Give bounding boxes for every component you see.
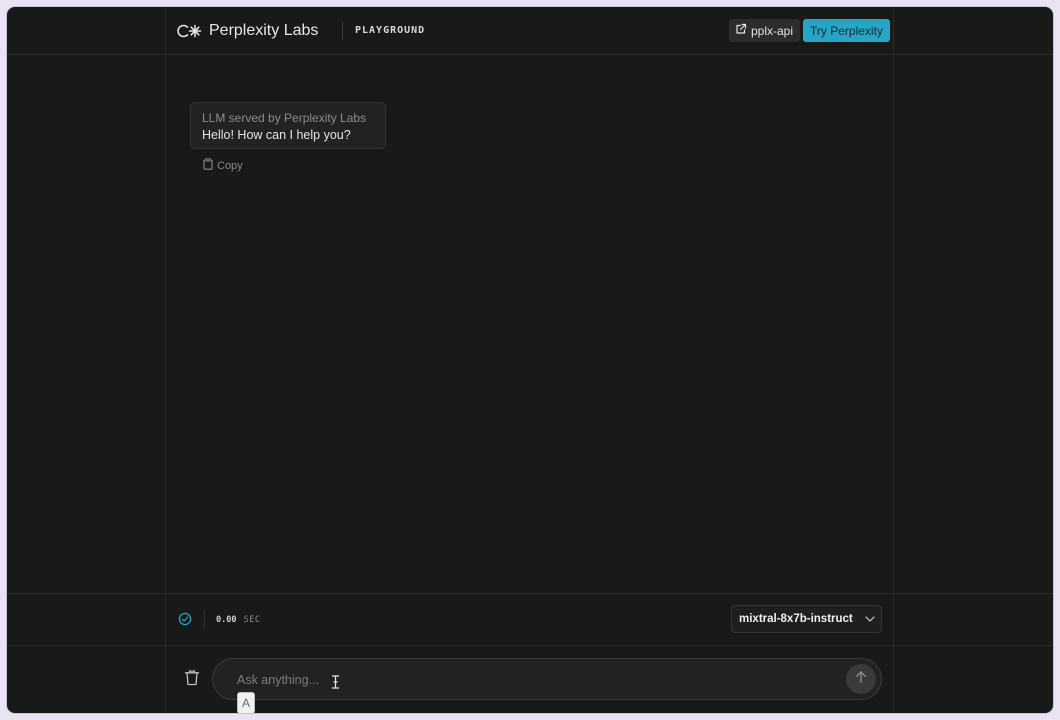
left-column-divider [165, 7, 166, 713]
status-indicator-icon [178, 612, 192, 631]
brand-logo[interactable]: Perplexity Labs [177, 20, 318, 42]
status-top-divider [7, 593, 1053, 594]
external-link-icon [735, 23, 747, 38]
header-divider [7, 54, 1053, 55]
text-cursor-icon [331, 675, 340, 694]
clipboard-icon [203, 158, 213, 173]
brand-name: Perplexity Labs [209, 22, 319, 39]
input-method-indicator: A [237, 692, 255, 713]
arrow-up-icon [854, 670, 868, 689]
message-text: Hello! How can I help you? [202, 128, 351, 142]
copy-button[interactable]: Copy [203, 158, 243, 173]
section-label: PLAYGROUND [355, 25, 426, 36]
trash-icon [184, 670, 200, 690]
pplx-api-button[interactable]: pplx-api [729, 19, 801, 42]
model-select-value: mixtral-8x7b-instruct [739, 613, 853, 625]
copy-label: Copy [217, 159, 243, 172]
assistant-message: LLM served by Perplexity Labs Hello! How… [190, 102, 386, 149]
elapsed-time: 0.00 SEC [216, 615, 260, 625]
composer-top-divider [7, 645, 1053, 646]
perplexity-logo-icon [177, 23, 203, 39]
prompt-input[interactable] [235, 659, 799, 701]
elapsed-unit: SEC [243, 615, 261, 625]
model-select[interactable]: mixtral-8x7b-instruct [731, 605, 882, 633]
send-button[interactable] [846, 664, 876, 694]
status-separator [204, 610, 205, 628]
message-source-label: LLM served by Perplexity Labs [202, 111, 367, 125]
elapsed-value: 0.00 [216, 615, 237, 625]
try-perplexity-button[interactable]: Try Perplexity [803, 19, 890, 42]
right-column-divider [893, 7, 894, 713]
app-window: Perplexity Labs PLAYGROUND pplx-api Try … [7, 7, 1053, 713]
prompt-input-container [212, 658, 882, 701]
pplx-api-label: pplx-api [751, 23, 794, 38]
chevron-down-icon [865, 613, 875, 625]
clear-chat-button[interactable] [184, 669, 200, 691]
brand-separator [342, 22, 343, 40]
